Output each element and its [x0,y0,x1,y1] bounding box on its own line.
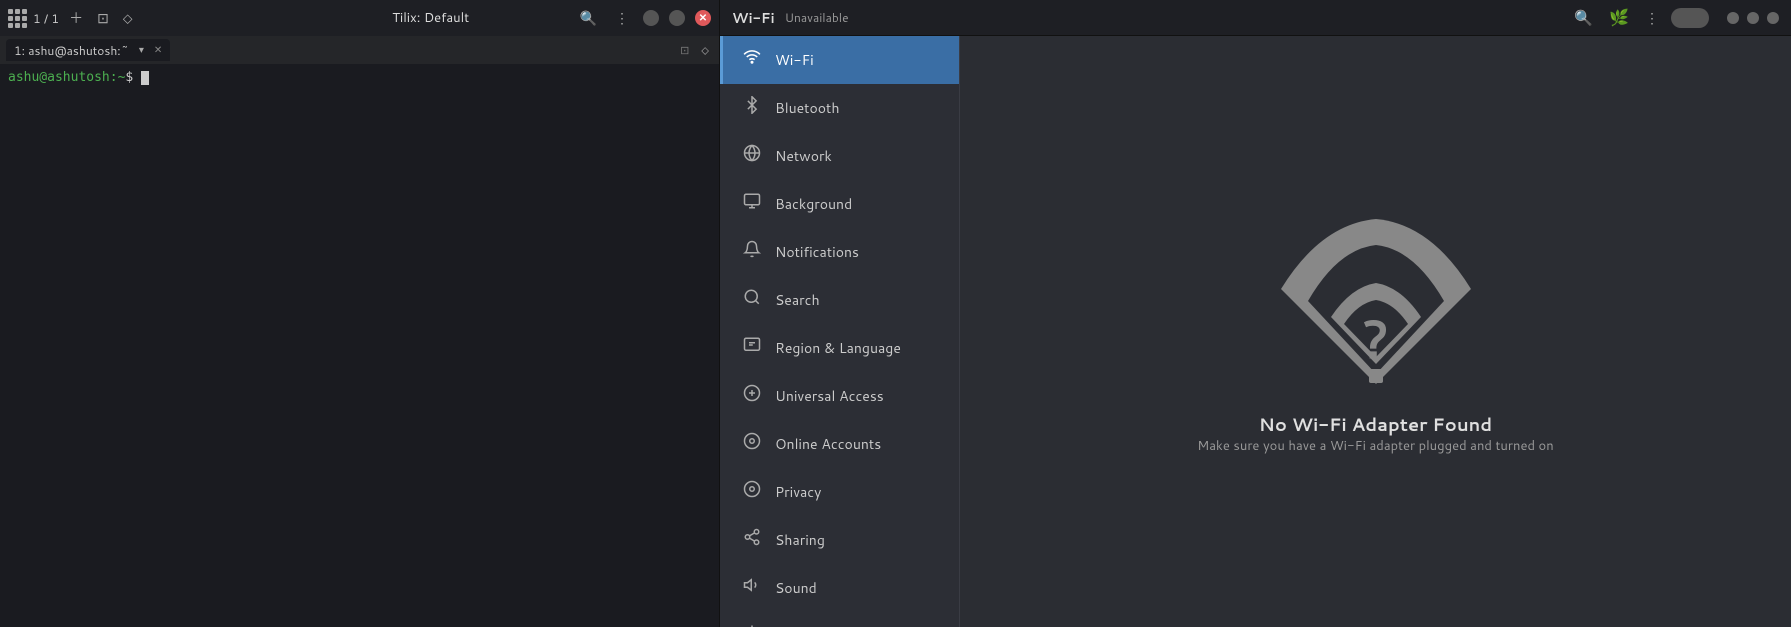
search-icon [743,288,761,312]
maximize-button[interactable] [669,10,685,26]
broadcast-icon[interactable]: ⬦ [119,6,137,30]
universal-access-icon [743,384,761,408]
terminal-pane: 1 / 1 ＋ ⊡ ⬦ Tilix: Default 🔍 ⋮ ✕ 1: ashu… [0,0,720,627]
settings-app-icon: 🌿 [1605,4,1633,31]
sidebar-item-wifi[interactable]: Wi-Fi [720,36,959,84]
sidebar-item-online-accounts[interactable]: Online Accounts [720,420,959,468]
region-language-icon [743,336,761,360]
background-icon [743,192,761,216]
sidebar-item-sharing[interactable]: Sharing [720,516,959,564]
settings-minimize-btn[interactable] [1727,12,1739,24]
sidebar-item-background[interactable]: Background [720,180,959,228]
prompt-symbol: $ [125,70,141,85]
sidebar-item-notifications[interactable]: Notifications [720,228,959,276]
terminal-tab-close[interactable]: ✕ [154,43,162,57]
minimize-button[interactable] [643,10,659,26]
settings-titlebar: Wi-Fi Unavailable 🔍 🌿 ⋮ [720,0,1791,36]
online-accounts-icon [743,432,761,456]
svg-text:?: ? [1362,300,1389,374]
sidebar-item-label-bluetooth: Bluetooth [775,98,839,118]
search-icon[interactable]: 🔍 [576,6,601,30]
no-adapter-heading: No Wi-Fi Adapter Found [1259,411,1492,437]
sidebar-item-privacy[interactable]: Privacy [720,468,959,516]
sidebar-item-universal-access[interactable]: Universal Access [720,372,959,420]
settings-body: Wi-Fi Bluetooth Network Background Notificat… [720,36,1791,627]
terminal-tab-label: 1: ashu@ashutosh:~ [14,42,129,59]
network-icon [743,144,761,168]
sound-icon [743,576,761,600]
sidebar-item-label-network: Network [775,146,832,166]
terminal-tab-bar: 1: ashu@ashutosh:~ ▾ ✕ ⊡ ⬦ [0,36,719,64]
wifi-status-label: Unavailable [785,9,849,26]
sidebar-item-label-background: Background [775,194,852,214]
sidebar-item-label-universal-access: Universal Access [775,386,884,406]
sidebar-item-label-sound: Sound [775,578,817,598]
settings-maximize-btn[interactable] [1747,12,1759,24]
terminal-tab-1[interactable]: 1: ashu@ashutosh:~ ▾ ✕ [6,39,170,61]
prompt-user: ashu@ashutosh: [8,70,118,85]
wifi-panel: ? No Wi-Fi Adapter Found Make sure you h… [960,36,1791,627]
settings-search-icon[interactable]: 🔍 [1570,5,1597,30]
settings-close-btn[interactable] [1767,12,1779,24]
add-tab-icon[interactable]: ＋ [65,6,87,30]
sidebar-item-sound[interactable]: Sound [720,564,959,612]
settings-window: Wi-Fi Unavailable 🔍 🌿 ⋮ Wi-Fi Bluetooth Ne… [720,0,1791,627]
terminal-broadcast-icon[interactable]: ⬦ [697,40,713,60]
wifi-icon [743,48,761,72]
tab-counter: 1 / 1 [33,10,59,27]
sidebar-item-network[interactable]: Network [720,132,959,180]
more-options-icon[interactable]: ⋮ [611,6,633,30]
settings-more-icon[interactable]: ⋮ [1641,6,1663,30]
bluetooth-icon [743,96,761,120]
terminal-tab-arrow[interactable]: ▾ [135,41,148,59]
tilix-topbar: 1 / 1 ＋ ⊡ ⬦ Tilix: Default 🔍 ⋮ ✕ [0,0,719,36]
sidebar-item-label-sharing: Sharing [775,530,825,550]
notifications-icon [743,240,761,264]
sidebar-item-power[interactable]: Power [720,612,959,627]
settings-window-title: Wi-Fi [732,8,775,28]
sidebar-item-label-wifi: Wi-Fi [775,50,814,70]
sharing-icon [743,528,761,552]
wifi-toggle[interactable] [1671,8,1709,28]
no-adapter-subtext: Make sure you have a Wi-Fi adapter plugg… [1197,437,1553,455]
no-wifi-icon: ? [1266,209,1486,399]
privacy-icon [743,480,761,504]
grid-icon[interactable] [8,9,27,28]
sidebar-item-label-region-language: Region & Language [775,338,901,358]
terminal-body[interactable]: ashu@ashutosh:~$ [0,64,719,627]
tilix-title: Tilix: Default [292,9,570,27]
sidebar-item-search[interactable]: Search [720,276,959,324]
sidebar-item-label-online-accounts: Online Accounts [775,434,881,454]
sidebar-item-label-notifications: Notifications [775,242,859,262]
add-terminal-icon[interactable]: ⊡ [93,6,113,30]
terminal-maximize-icon[interactable]: ⊡ [680,42,689,58]
sidebar-item-bluetooth[interactable]: Bluetooth [720,84,959,132]
settings-sidebar: Wi-Fi Bluetooth Network Background Notificat… [720,36,960,627]
sidebar-item-label-search: Search [775,290,820,310]
terminal-cursor [141,71,149,85]
sidebar-item-label-privacy: Privacy [775,482,821,502]
close-button[interactable]: ✕ [695,10,711,26]
sidebar-item-region-language[interactable]: Region & Language [720,324,959,372]
